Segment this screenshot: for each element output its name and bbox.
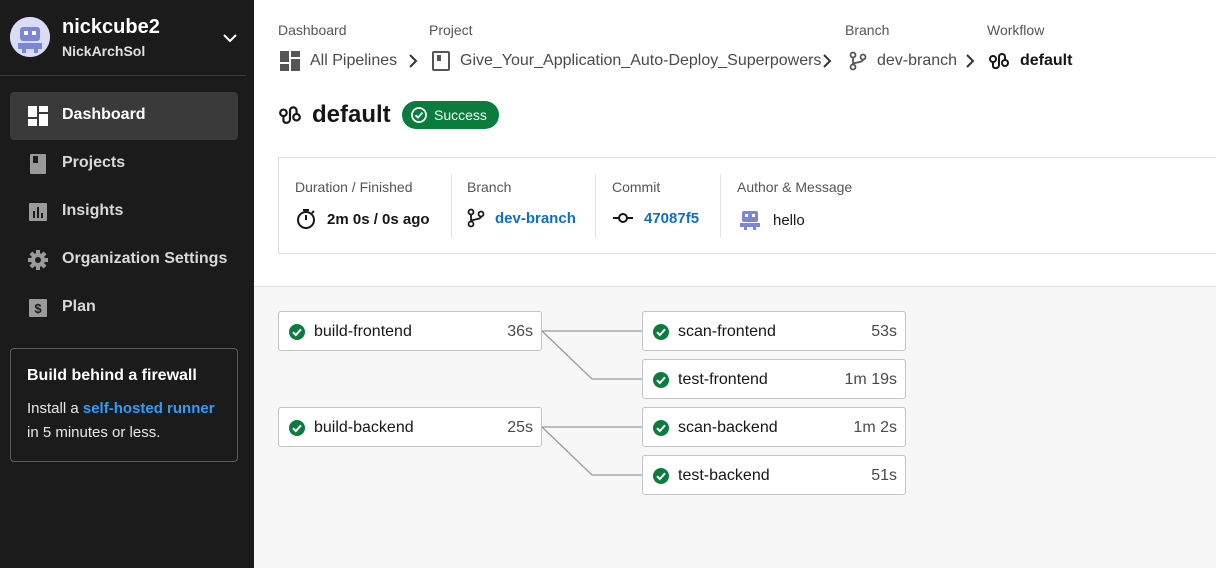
job-scan-frontend[interactable]: scan-frontend 53s <box>642 311 906 351</box>
job-name: scan-frontend <box>678 323 776 340</box>
job-name: test-backend <box>678 467 770 484</box>
job-build-backend[interactable]: build-backend 25s <box>278 407 542 447</box>
job-duration: 53s <box>871 323 897 340</box>
success-check-icon <box>653 420 669 436</box>
job-duration: 36s <box>507 323 533 340</box>
success-check-icon <box>653 468 669 484</box>
job-build-frontend[interactable]: build-frontend 36s <box>278 311 542 351</box>
job-name: scan-backend <box>678 419 778 436</box>
job-duration: 1m 19s <box>844 371 897 388</box>
job-duration: 25s <box>507 419 533 436</box>
success-check-icon <box>289 324 305 340</box>
job-test-backend[interactable]: test-backend 51s <box>642 455 906 495</box>
success-check-icon <box>289 420 305 436</box>
job-duration: 1m 2s <box>853 419 897 436</box>
job-name: build-backend <box>314 419 414 436</box>
job-dependency-lines <box>541 330 642 476</box>
job-test-frontend[interactable]: test-frontend 1m 19s <box>642 359 906 399</box>
job-name: build-frontend <box>314 323 412 340</box>
job-scan-backend[interactable]: scan-backend 1m 2s <box>642 407 906 447</box>
success-check-icon <box>653 324 669 340</box>
success-check-icon <box>653 372 669 388</box>
job-name: test-frontend <box>678 371 768 388</box>
job-duration: 51s <box>871 467 897 484</box>
